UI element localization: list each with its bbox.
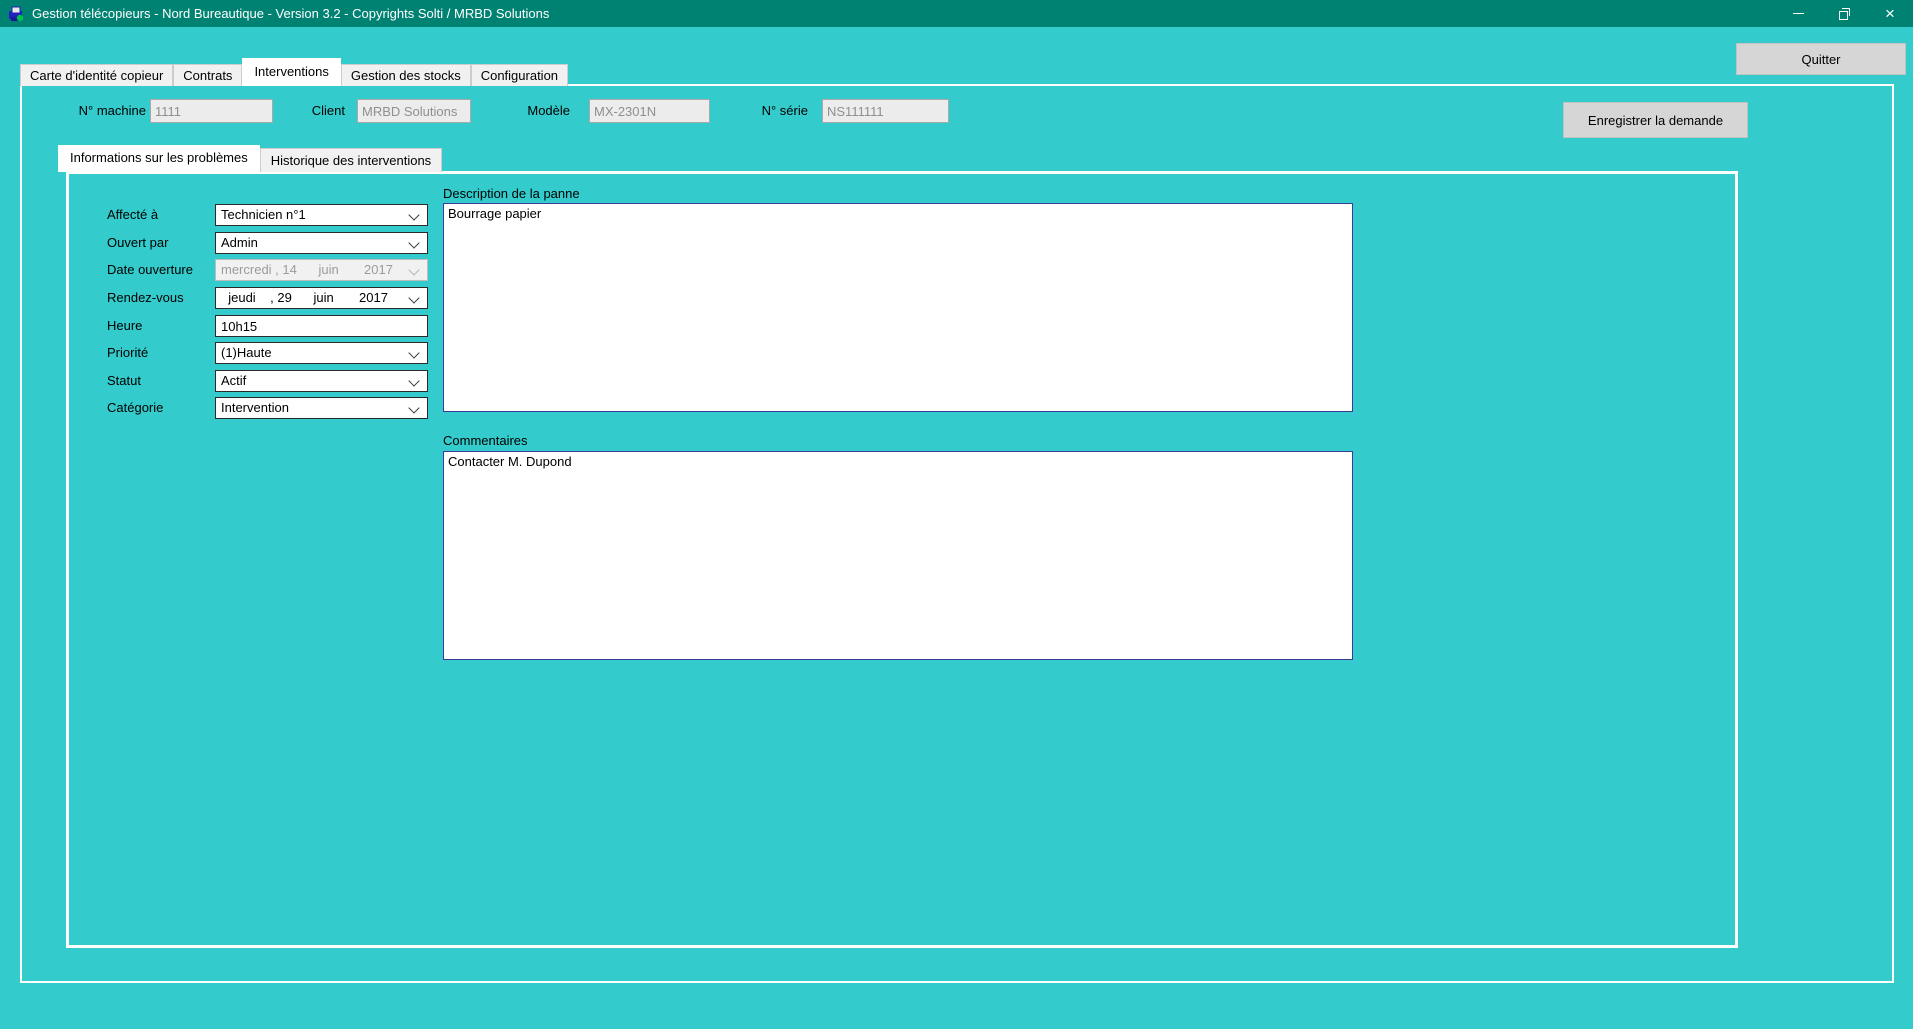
affecte-a-combobox[interactable]: Technicien n°1	[215, 204, 428, 226]
tab-contrats[interactable]: Contrats	[173, 64, 242, 86]
ouvert-par-combobox[interactable]: Admin	[215, 232, 428, 254]
chevron-down-icon	[408, 402, 419, 413]
tab-carte-identite-copieur[interactable]: Carte d'identité copieur	[20, 64, 173, 86]
close-icon: ×	[1885, 5, 1895, 22]
minimize-button[interactable]	[1775, 0, 1821, 27]
app-icon	[8, 6, 24, 22]
restore-icon	[1839, 8, 1850, 19]
date-ouverture-datepicker: mercredi , 14 juin 2017	[215, 259, 428, 281]
application-window: Gestion télécopieurs - Nord Bureautique …	[0, 0, 1913, 1029]
window-controls: ×	[1775, 0, 1913, 27]
commentaires-textarea[interactable]: Contacter M. Dupond	[443, 451, 1353, 660]
priorite-combobox[interactable]: (1)Haute	[215, 342, 428, 364]
tab-configuration[interactable]: Configuration	[471, 64, 568, 86]
categorie-combobox[interactable]: Intervention	[215, 397, 428, 419]
chevron-down-icon	[408, 375, 419, 386]
heure-field[interactable]	[215, 315, 428, 337]
restore-button[interactable]	[1821, 0, 1867, 27]
chevron-down-icon	[408, 264, 419, 275]
close-button[interactable]: ×	[1867, 0, 1913, 27]
main-tab-strip: Carte d'identité copieur Contrats Interv…	[20, 58, 568, 86]
title-bar: Gestion télécopieurs - Nord Bureautique …	[0, 0, 1913, 27]
sub-tab-strip: Informations sur les problèmes Historiqu…	[58, 145, 442, 172]
window-title: Gestion télécopieurs - Nord Bureautique …	[32, 6, 549, 21]
chevron-down-icon	[408, 292, 419, 303]
quit-button[interactable]: Quitter	[1736, 43, 1906, 75]
minimize-icon	[1793, 13, 1804, 14]
chevron-down-icon	[408, 209, 419, 220]
chevron-down-icon	[408, 237, 419, 248]
tab-interventions[interactable]: Interventions	[242, 58, 340, 86]
subtab-informations-problemes[interactable]: Informations sur les problèmes	[58, 145, 260, 172]
subtab-historique-interventions[interactable]: Historique des interventions	[260, 148, 442, 172]
chevron-down-icon	[408, 347, 419, 358]
tab-gestion-des-stocks[interactable]: Gestion des stocks	[341, 64, 471, 86]
description-panne-textarea[interactable]: Bourrage papier	[443, 203, 1353, 412]
statut-combobox[interactable]: Actif	[215, 370, 428, 392]
rendez-vous-datepicker[interactable]: jeudi , 29 juin 2017	[215, 287, 428, 309]
